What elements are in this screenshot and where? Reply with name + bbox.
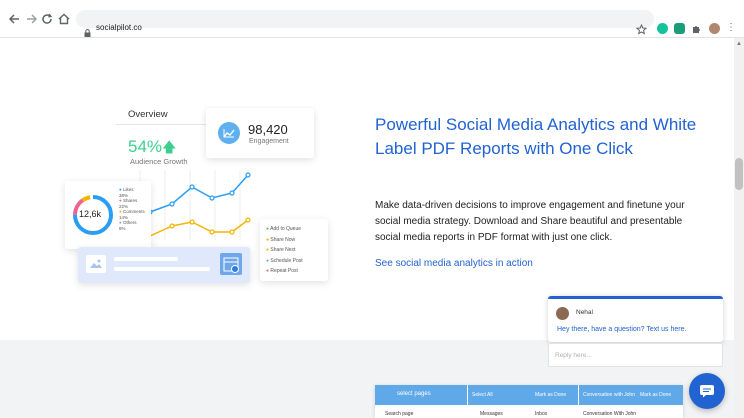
- chat-message: Hey there, have a question? Text us here…: [557, 326, 687, 333]
- lock-icon: [84, 24, 91, 37]
- donut-card: 12,6k ● Likes 38% ● Shares 22% ● Comments 1…: [65, 181, 151, 249]
- overview-label: Overview: [128, 109, 168, 120]
- engagement-card: 98,420 Engagement: [206, 108, 314, 158]
- table-header-cell[interactable]: Mark as Done: [640, 392, 671, 398]
- text-placeholder-line: [114, 257, 178, 261]
- chart-icon: [218, 122, 240, 144]
- chat-reply-input[interactable]: Reply here...: [548, 343, 723, 367]
- browser-toolbar: socialpilot.co ⋮: [0, 0, 744, 38]
- legend-others: ● Others 8%: [119, 220, 137, 231]
- table-preview: select pages Select All Mark as Done Con…: [375, 385, 683, 418]
- engagement-label: Engagement: [249, 138, 289, 145]
- text-placeholder-line: [114, 267, 210, 271]
- scrollbar-thumb[interactable]: [735, 158, 743, 190]
- share-options-menu: ● Add to Queue ● Share Now ● Share Next …: [260, 219, 328, 281]
- menu-item-schedule-post[interactable]: ● Schedule Post: [266, 256, 303, 267]
- menu-item-share-now[interactable]: ● Share Now: [266, 235, 303, 246]
- table-header-cell: select pages: [397, 391, 431, 397]
- extension-icon[interactable]: [674, 23, 685, 34]
- divider: [116, 124, 206, 125]
- chat-bubble-icon: [700, 385, 714, 398]
- scroll-up-arrow[interactable]: ▲: [736, 41, 742, 47]
- table-header-cell[interactable]: Mark as Done: [535, 392, 566, 398]
- chat-reply-placeholder: Reply here...: [555, 352, 592, 359]
- menu-item-add-to-queue[interactable]: ● Add to Queue: [266, 224, 303, 235]
- reload-icon[interactable]: [38, 10, 56, 28]
- post-preview-card: [78, 247, 250, 283]
- table-cell: Messages: [480, 411, 503, 417]
- image-placeholder-icon: [86, 255, 106, 273]
- table-cell: Search page: [385, 411, 414, 417]
- table-cell: Conversation With John: [583, 411, 637, 417]
- kebab-menu-icon[interactable]: ⋮: [726, 22, 736, 33]
- url-text[interactable]: socialpilot.co: [96, 23, 142, 32]
- section-heading: Powerful Social Media Analytics and Whit…: [375, 115, 697, 158]
- engagement-value: 98,420: [248, 122, 288, 137]
- chat-popup[interactable]: Nehal Hey there, have a question? Text u…: [548, 296, 723, 342]
- agent-avatar: [556, 307, 569, 320]
- arrow-up-icon: 🡅: [162, 139, 177, 155]
- address-bar[interactable]: [76, 10, 654, 28]
- donut-value: 12,6k: [79, 209, 102, 219]
- calendar-icon: [220, 253, 242, 275]
- page-scrollbar[interactable]: ▲: [734, 38, 744, 418]
- table-cell: Inbox: [535, 411, 548, 417]
- legend-shares: ● Shares 22%: [119, 198, 138, 209]
- engagement-line-chart: [139, 170, 251, 240]
- menu-item-share-next[interactable]: ● Share Next: [266, 245, 303, 256]
- donut-legend: ● Likes 38% ● Shares 22% ● Comments 14% ● O…: [119, 187, 145, 231]
- legend-comments: ● Comments 14%: [119, 209, 145, 220]
- legend-likes: ● Likes 38%: [119, 187, 134, 198]
- table-header: select pages Select All Mark as Done Con…: [375, 385, 683, 405]
- chat-launcher-button[interactable]: [689, 373, 725, 409]
- profile-avatar[interactable]: [709, 23, 720, 34]
- table-header-cell[interactable]: Select All: [472, 392, 493, 398]
- home-icon[interactable]: [55, 10, 73, 28]
- analytics-demo-link[interactable]: See social media analytics in action: [375, 258, 533, 269]
- agent-name: Nehal: [576, 309, 593, 316]
- table-header-cell: Conversation with John: [583, 392, 635, 398]
- grammarly-icon[interactable]: [657, 23, 668, 34]
- menu-item-repeat-post[interactable]: ● Repeat Post: [266, 266, 303, 277]
- growth-label: Audience Growth: [130, 157, 188, 166]
- section-paragraph: Make data-driven decisions to improve en…: [375, 200, 685, 243]
